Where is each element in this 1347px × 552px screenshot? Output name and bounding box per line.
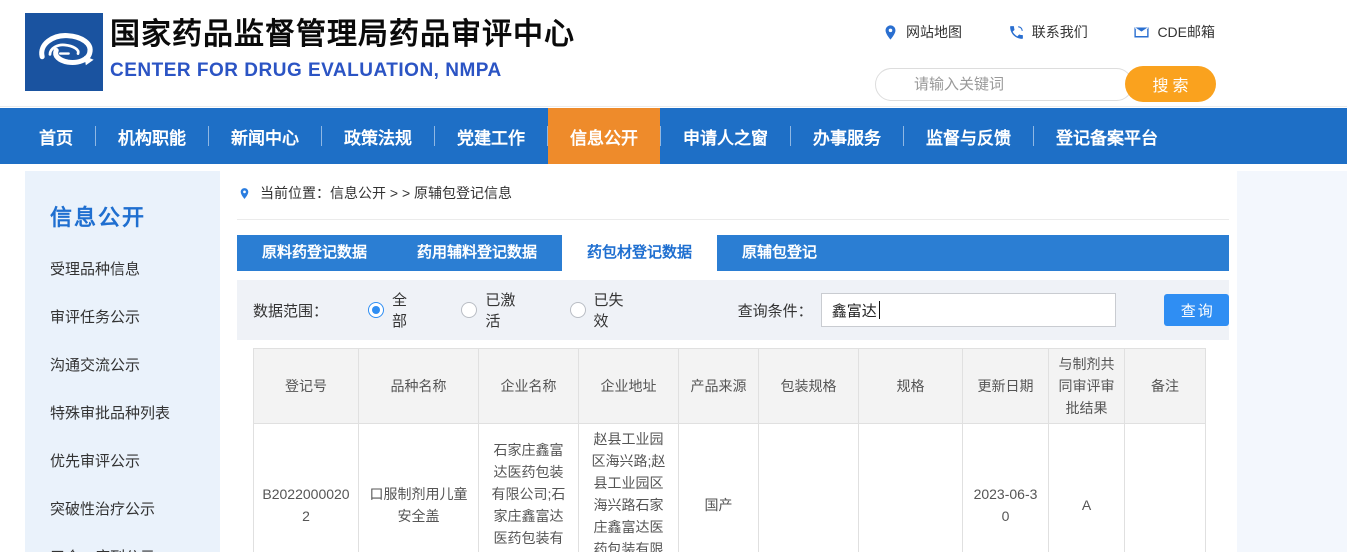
cell-spec bbox=[859, 424, 963, 552]
cell-product-name: 口服制剂用儿童安全盖 bbox=[359, 424, 479, 552]
site-title: 国家药品监督管理局药品审评中心 bbox=[110, 16, 575, 54]
nav-item-news[interactable]: 新闻中心 bbox=[209, 108, 321, 164]
col-header-update-date: 更新日期 bbox=[963, 349, 1049, 424]
page: 国家药品监督管理局药品审评中心 CENTER FOR DRUG EVALUATI… bbox=[0, 0, 1347, 552]
sidebar-item-communication[interactable]: 沟通交流公示 bbox=[25, 342, 220, 390]
data-tabs: 原料药登记数据 药用辅料登记数据 药包材登记数据 原辅包登记 bbox=[237, 235, 1229, 271]
nav-item-home[interactable]: 首页 bbox=[17, 108, 95, 164]
col-header-package-spec: 包装规格 bbox=[759, 349, 859, 424]
col-header-remark: 备注 bbox=[1125, 349, 1206, 424]
radio-all-circle[interactable] bbox=[368, 302, 384, 318]
sidebar-item-priority-review[interactable]: 优先审评公示 bbox=[25, 438, 220, 486]
cell-reg-no: B20220000202 bbox=[254, 424, 359, 552]
search-input[interactable] bbox=[875, 68, 1133, 101]
sidebar-title: 信息公开 bbox=[50, 200, 220, 232]
tab-packaging-registration[interactable]: 药包材登记数据 bbox=[562, 235, 717, 271]
sidebar-item-special-approval[interactable]: 特殊审批品种列表 bbox=[25, 390, 220, 438]
col-header-company-name: 企业名称 bbox=[479, 349, 579, 424]
col-header-company-address: 企业地址 bbox=[579, 349, 679, 424]
site-title-block: 国家药品监督管理局药品审评中心 CENTER FOR DRUG EVALUATI… bbox=[110, 16, 575, 82]
location-pin-icon bbox=[238, 185, 251, 202]
cell-remark bbox=[1125, 424, 1206, 552]
quick-links: 网站地图 联系我们 CDE邮箱 bbox=[882, 22, 1215, 42]
mail-icon bbox=[1133, 24, 1150, 41]
col-header-joint-review: 与制剂共同审评审批结果 bbox=[1049, 349, 1125, 424]
scope-radio-group: 全部 已激活 已失效 bbox=[328, 289, 638, 331]
query-input[interactable]: 鑫富达 bbox=[821, 293, 1117, 327]
cell-company-address: 赵县工业园区海兴路;赵县工业园区海兴路石家庄鑫富达医药包装有限公司一车间 bbox=[579, 424, 679, 552]
main-nav: 首页 机构职能 新闻中心 政策法规 党建工作 信息公开 申请人之窗 办事服务 监… bbox=[0, 108, 1347, 164]
nav-item-policy[interactable]: 政策法规 bbox=[322, 108, 434, 164]
radio-expired-circle[interactable] bbox=[570, 302, 586, 318]
cell-package-spec bbox=[759, 424, 859, 552]
main-content: 当前位置：信息公开 > > 原辅包登记信息 原料药登记数据 药用辅料登记数据 药… bbox=[237, 171, 1229, 552]
sidebar-item-breakthrough-therapy[interactable]: 突破性治疗公示 bbox=[25, 486, 220, 534]
col-header-reg-no: 登记号 bbox=[254, 349, 359, 424]
nav-item-functions[interactable]: 机构职能 bbox=[96, 108, 208, 164]
registration-table: 登记号 品种名称 企业名称 企业地址 产品来源 包装规格 规格 更新日期 与制剂… bbox=[253, 348, 1206, 552]
sidebar-list: 受理品种信息 审评任务公示 沟通交流公示 特殊审批品种列表 优先审评公示 突破性… bbox=[25, 246, 220, 552]
nav-item-party[interactable]: 党建工作 bbox=[435, 108, 547, 164]
cde-mail-link-label: CDE邮箱 bbox=[1157, 22, 1215, 42]
nav-item-registration-platform[interactable]: 登记备案平台 bbox=[1034, 108, 1180, 164]
map-pin-icon bbox=[882, 24, 899, 41]
breadcrumb: 当前位置：信息公开 > > 原辅包登记信息 bbox=[237, 183, 1229, 220]
radio-expired[interactable]: 已失效 bbox=[570, 289, 638, 331]
tab-excipient-registration[interactable]: 药用辅料登记数据 bbox=[392, 235, 562, 271]
filter-bar: 数据范围： 全部 已激活 已失效 查询条件： 鑫富达 bbox=[237, 280, 1229, 340]
radio-all-label: 全部 bbox=[392, 289, 421, 331]
table-header-row: 登记号 品种名称 企业名称 企业地址 产品来源 包装规格 规格 更新日期 与制剂… bbox=[254, 349, 1206, 424]
sitemap-link-label: 网站地图 bbox=[906, 22, 962, 42]
col-header-spec: 规格 bbox=[859, 349, 963, 424]
tab-api-registration[interactable]: 原料药登记数据 bbox=[237, 235, 392, 271]
site-subtitle: CENTER FOR DRUG EVALUATION, NMPA bbox=[110, 60, 575, 82]
sidebar-item-three-in-one[interactable]: 三合一序列公示 bbox=[25, 534, 220, 552]
col-header-origin: 产品来源 bbox=[679, 349, 759, 424]
search-button[interactable]: 搜索 bbox=[1125, 66, 1216, 102]
phone-icon bbox=[1008, 24, 1025, 41]
page-background-strip bbox=[1237, 171, 1347, 552]
query-input-value: 鑫富达 bbox=[832, 300, 877, 321]
sidebar-item-review-tasks[interactable]: 审评任务公示 bbox=[25, 294, 220, 342]
table-row[interactable]: B20220000202 口服制剂用儿童安全盖 石家庄鑫富达医药包装有限公司;石… bbox=[254, 424, 1206, 552]
contact-link[interactable]: 联系我们 bbox=[1008, 22, 1088, 42]
breadcrumb-text: 当前位置：信息公开 > > 原辅包登记信息 bbox=[260, 183, 512, 203]
site-search: 搜索 bbox=[875, 66, 1216, 102]
query-button[interactable]: 查询 bbox=[1164, 294, 1229, 326]
query-condition-label: 查询条件： bbox=[738, 300, 813, 321]
sidebar: 信息公开 受理品种信息 审评任务公示 沟通交流公示 特殊审批品种列表 优先审评公… bbox=[25, 171, 220, 552]
cell-joint-review: A bbox=[1049, 424, 1125, 552]
nav-item-info-disclosure[interactable]: 信息公开 bbox=[548, 108, 660, 164]
radio-activated[interactable]: 已激活 bbox=[461, 289, 529, 331]
tab-apie-registration[interactable]: 原辅包登记 bbox=[717, 235, 842, 271]
swan-logo-icon bbox=[25, 13, 103, 91]
radio-activated-label: 已激活 bbox=[485, 289, 529, 331]
nav-item-services[interactable]: 办事服务 bbox=[791, 108, 903, 164]
contact-link-label: 联系我们 bbox=[1032, 22, 1088, 42]
text-caret bbox=[879, 301, 880, 319]
nav-item-supervision[interactable]: 监督与反馈 bbox=[904, 108, 1033, 164]
cde-mail-link[interactable]: CDE邮箱 bbox=[1133, 22, 1215, 42]
sitemap-link[interactable]: 网站地图 bbox=[882, 22, 962, 42]
cell-origin: 国产 bbox=[679, 424, 759, 552]
cde-logo bbox=[25, 13, 103, 91]
radio-activated-circle[interactable] bbox=[461, 302, 477, 318]
radio-expired-label: 已失效 bbox=[594, 289, 638, 331]
cell-company-name: 石家庄鑫富达医药包装有限公司;石家庄鑫富达医药包装有限公司 bbox=[479, 424, 579, 552]
site-header: 国家药品监督管理局药品审评中心 CENTER FOR DRUG EVALUATI… bbox=[0, 0, 1347, 107]
nav-item-applicant-window[interactable]: 申请人之窗 bbox=[661, 108, 790, 164]
cell-update-date: 2023-06-30 bbox=[963, 424, 1049, 552]
radio-all[interactable]: 全部 bbox=[368, 289, 421, 331]
sidebar-item-accepted-varieties[interactable]: 受理品种信息 bbox=[25, 246, 220, 294]
col-header-product-name: 品种名称 bbox=[359, 349, 479, 424]
scope-label: 数据范围： bbox=[253, 300, 328, 321]
